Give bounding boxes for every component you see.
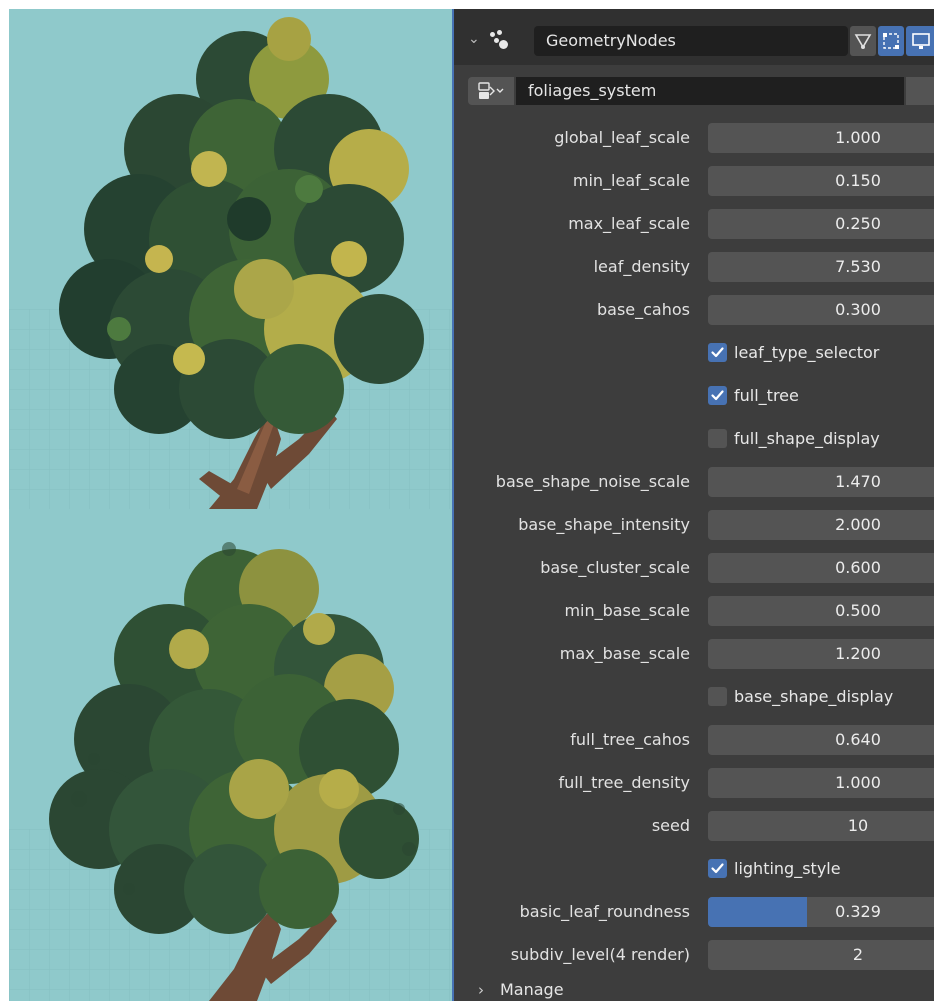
chevron-right-icon: › <box>478 981 484 999</box>
property-row-seed: seed 10 <box>454 809 934 843</box>
3d-viewport[interactable] <box>9 9 452 1001</box>
leaf-density-label: leaf_density <box>593 257 690 276</box>
basic-leaf-roundness-value: 0.329 <box>835 902 881 921</box>
subdiv-level-4-render-value: 2 <box>852 945 864 964</box>
seed-label: seed <box>651 816 690 835</box>
full-tree-cahos-label: full_tree_cahos <box>570 730 690 749</box>
realtime-display-icon[interactable] <box>906 26 934 56</box>
property-row-global-leaf-scale: global_leaf_scale 1.000 <box>454 121 934 155</box>
subdiv-level-4-render-field[interactable]: 2 <box>708 940 934 970</box>
manage-subpanel-header[interactable]: › Manage <box>454 975 934 1001</box>
leaf-type-selector-label[interactable]: leaf_type_selector <box>734 336 879 370</box>
base-shape-noise-scale-field[interactable]: 1.470 <box>708 467 934 497</box>
basic-leaf-roundness-field[interactable]: 0.329 <box>708 897 934 927</box>
property-row-base-cahos: base_cahos 0.300 <box>454 293 934 327</box>
property-row-basic-leaf-roundness: basic_leaf_roundness 0.329 <box>454 895 934 929</box>
min-leaf-scale-label: min_leaf_scale <box>572 171 690 190</box>
min-base-scale-label: min_base_scale <box>564 601 690 620</box>
property-row-max-base-scale: max_base_scale 1.200 <box>454 637 934 671</box>
max-leaf-scale-field[interactable]: 0.250 <box>708 209 934 239</box>
base-shape-display-label[interactable]: base_shape_display <box>734 680 893 714</box>
full-tree-cahos-value: 0.640 <box>835 730 881 749</box>
property-row-base-shape-noise-scale: base_shape_noise_scale 1.470 <box>454 465 934 499</box>
full-tree-density-field[interactable]: 1.000 <box>708 768 934 798</box>
checkmark-icon <box>711 863 724 874</box>
modifier-header: ⌄ GeometryNodes <box>454 9 934 65</box>
property-row-leaf-type-selector: leaf_type_selector <box>454 336 934 370</box>
max-base-scale-label: max_base_scale <box>559 644 690 663</box>
base-cahos-label: base_cahos <box>596 300 690 319</box>
checkmark-icon <box>711 390 724 401</box>
full-tree-cahos-field[interactable]: 0.640 <box>708 725 934 755</box>
modifier-panel: ⌄ GeometryNodes foliages_system global_l… <box>452 9 934 1001</box>
leaf-density-value: 7.530 <box>835 257 881 276</box>
node-group-browse-icon[interactable] <box>468 77 514 105</box>
leaf-density-field[interactable]: 7.530 <box>708 252 934 282</box>
seed-field[interactable]: 10 <box>708 811 934 841</box>
property-row-leaf-density: leaf_density 7.530 <box>454 250 934 284</box>
full-shape-display-checkbox[interactable] <box>708 429 727 448</box>
base-shape-noise-scale-label: base_shape_noise_scale <box>495 472 690 491</box>
global-leaf-scale-label: global_leaf_scale <box>554 128 690 147</box>
checkmark-icon <box>711 347 724 358</box>
base-cahos-value: 0.300 <box>835 300 881 319</box>
min-leaf-scale-value: 0.150 <box>835 171 881 190</box>
max-leaf-scale-value: 0.250 <box>835 214 881 233</box>
edit-mode-icon[interactable] <box>878 26 904 56</box>
full-tree-checkbox[interactable] <box>708 386 727 405</box>
lighting-style-checkbox[interactable] <box>708 859 727 878</box>
property-row-base-cluster-scale: base_cluster_scale 0.600 <box>454 551 934 585</box>
full-tree-label[interactable]: full_tree <box>734 379 799 413</box>
max-leaf-scale-label: max_leaf_scale <box>568 214 690 233</box>
base-cluster-scale-label: base_cluster_scale <box>540 558 690 577</box>
node-tree-icon[interactable] <box>850 26 876 56</box>
active-panel-border <box>452 9 454 1001</box>
subdiv-level-4-render-label: subdiv_level(4 render) <box>510 945 690 964</box>
geometry-nodes-icon <box>488 29 508 49</box>
base-shape-noise-scale-value: 1.470 <box>835 472 881 491</box>
node-group-name-field[interactable]: foliages_system <box>516 77 904 105</box>
min-leaf-scale-field[interactable]: 0.150 <box>708 166 934 196</box>
base-cluster-scale-value: 0.600 <box>835 558 881 577</box>
property-row-base-shape-display: base_shape_display <box>454 680 934 714</box>
min-base-scale-value: 0.500 <box>835 601 881 620</box>
manage-label: Manage <box>500 980 564 999</box>
property-row-base-shape-intensity: base_shape_intensity 2.000 <box>454 508 934 542</box>
global-leaf-scale-value: 1.000 <box>835 128 881 147</box>
low-poly-tree-preview <box>9 9 452 509</box>
max-base-scale-value: 1.200 <box>835 644 881 663</box>
full-tree-density-value: 1.000 <box>835 773 881 792</box>
base-shape-intensity-field[interactable]: 2.000 <box>708 510 934 540</box>
property-row-lighting-style: lighting_style <box>454 852 934 886</box>
full-shape-display-label[interactable]: full_shape_display <box>734 422 880 456</box>
base-shape-display-checkbox[interactable] <box>708 687 727 706</box>
full-tree-density-label: full_tree_density <box>558 773 690 792</box>
modifier-name-field[interactable]: GeometryNodes <box>534 26 848 56</box>
basic-leaf-roundness-label: basic_leaf_roundness <box>519 902 690 921</box>
property-row-full-shape-display: full_shape_display <box>454 422 934 456</box>
base-shape-intensity-label: base_shape_intensity <box>518 515 690 534</box>
collapse-chevron-icon[interactable]: ⌄ <box>468 31 480 47</box>
base-cluster-scale-field[interactable]: 0.600 <box>708 553 934 583</box>
property-row-full-tree: full_tree <box>454 379 934 413</box>
lighting-style-label[interactable]: lighting_style <box>734 852 841 886</box>
property-row-subdiv-level-4-render: subdiv_level(4 render) 2 <box>454 938 934 972</box>
leaf-type-selector-checkbox[interactable] <box>708 343 727 362</box>
property-row-full-tree-cahos: full_tree_cahos 0.640 <box>454 723 934 757</box>
detailed-tree-preview <box>9 529 452 1001</box>
max-base-scale-field[interactable]: 1.200 <box>708 639 934 669</box>
property-row-full-tree-density: full_tree_density 1.000 <box>454 766 934 800</box>
property-row-min-base-scale: min_base_scale 0.500 <box>454 594 934 628</box>
property-row-max-leaf-scale: max_leaf_scale 0.250 <box>454 207 934 241</box>
base-shape-intensity-value: 2.000 <box>835 515 881 534</box>
node-group-row: foliages_system <box>454 73 934 107</box>
min-base-scale-field[interactable]: 0.500 <box>708 596 934 626</box>
property-row-min-leaf-scale: min_leaf_scale 0.150 <box>454 164 934 198</box>
fake-user-button[interactable] <box>906 77 934 105</box>
seed-value: 10 <box>847 816 869 835</box>
base-cahos-field[interactable]: 0.300 <box>708 295 934 325</box>
viewport-separator <box>9 510 452 526</box>
global-leaf-scale-field[interactable]: 1.000 <box>708 123 934 153</box>
